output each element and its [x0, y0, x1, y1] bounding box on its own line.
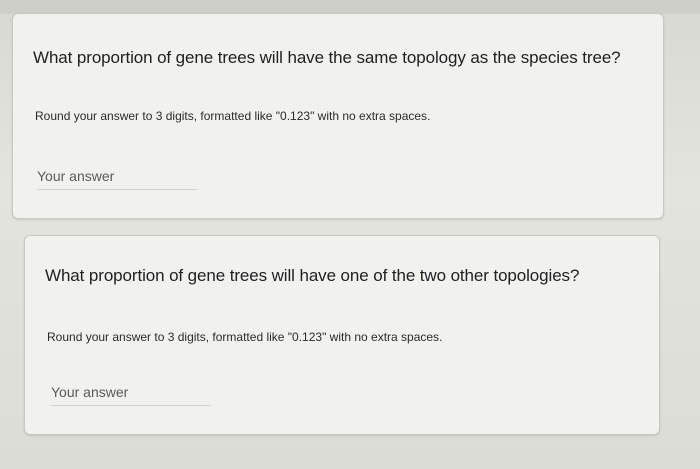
question-title-2: What proportion of gene trees will have …	[45, 266, 580, 285]
question-help-1: Round your answer to 3 digits, formatted…	[35, 109, 431, 123]
question-help-2: Round your answer to 3 digits, formatted…	[47, 330, 443, 344]
question-card-2: What proportion of gene trees will have …	[24, 235, 660, 435]
answer-input-1[interactable]: Your answer	[37, 166, 197, 190]
question-card-1: What proportion of gene trees will have …	[12, 13, 664, 219]
answer-input-2[interactable]: Your answer	[51, 382, 211, 406]
top-strip	[0, 0, 700, 14]
answer-placeholder-1: Your answer	[37, 168, 115, 184]
answer-placeholder-2: Your answer	[51, 384, 129, 400]
question-title-1: What proportion of gene trees will have …	[33, 48, 621, 67]
